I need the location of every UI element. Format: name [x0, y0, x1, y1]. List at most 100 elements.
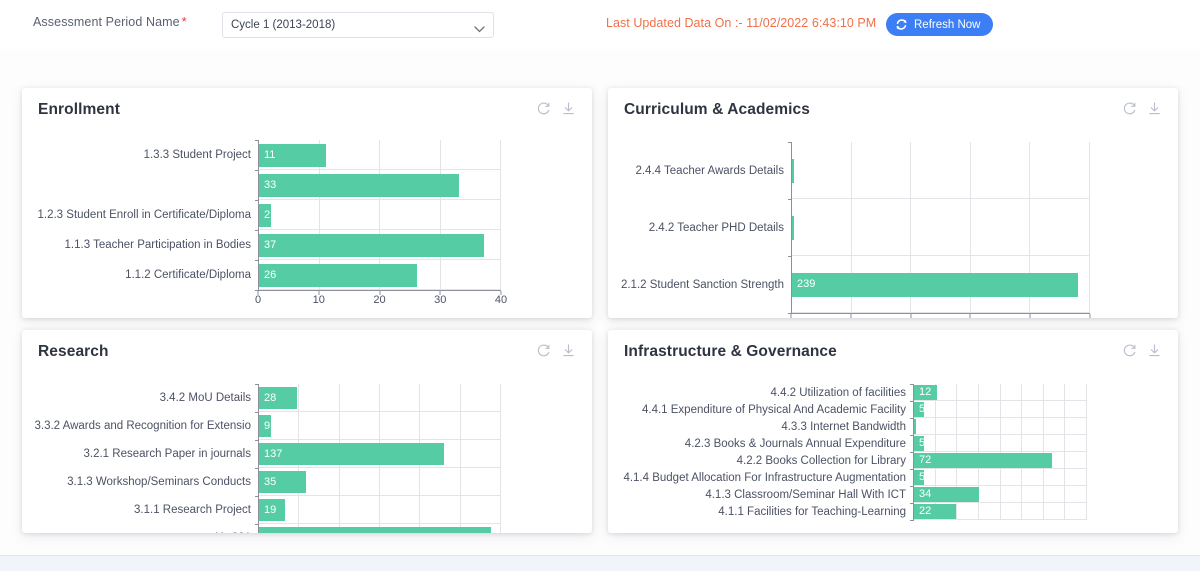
bar-row[interactable]: 28	[259, 387, 501, 409]
bar[interactable]: 5	[914, 402, 924, 417]
card-tools	[536, 343, 576, 358]
bar-value-label: 35	[259, 477, 276, 488]
download-icon[interactable]	[1147, 343, 1162, 358]
assessment-period-select[interactable]: Cycle 1 (2013-2018)	[222, 12, 494, 38]
refresh-now-button[interactable]: Refresh Now	[886, 13, 993, 36]
category-label: 11, 331	[213, 524, 258, 533]
category-label: 3.4.2 MoU Details	[160, 384, 258, 412]
bar[interactable]: 2	[259, 204, 271, 227]
chart-curriculum: 2.4.4 Teacher Awards Details2.4.2 Teache…	[608, 132, 1178, 318]
last-updated-text: Last Updated Data On :- 11/02/2022 6:43:…	[606, 16, 876, 30]
bar-row[interactable]	[792, 159, 1090, 183]
card-tools	[1122, 101, 1162, 116]
bar-row[interactable]: 22	[914, 504, 1087, 519]
footer-strip	[0, 555, 1200, 571]
x-tick-label: 40	[495, 294, 507, 306]
bar[interactable]: 35	[259, 471, 306, 493]
bar-row[interactable]: 5	[914, 402, 1087, 417]
bar[interactable]: 5	[914, 470, 924, 485]
bar-row[interactable]: 5	[914, 470, 1087, 485]
bar-row[interactable]: 137	[259, 443, 501, 465]
card-header: Curriculum & Academics	[608, 88, 1178, 132]
refresh-icon[interactable]	[536, 343, 551, 358]
bar[interactable]: 5	[914, 436, 924, 451]
category-label: 1.1.2 Certificate/Diploma	[125, 260, 258, 290]
bar-row[interactable]: 11	[259, 144, 501, 167]
bar-row[interactable]: 35	[259, 471, 501, 493]
bar[interactable]: 19	[259, 499, 285, 521]
refresh-icon[interactable]	[536, 101, 551, 116]
bar-row[interactable]: 37	[259, 234, 501, 257]
x-tick-label: 150	[961, 317, 979, 318]
bar-value-label: 12	[914, 387, 931, 398]
bar-value-label: 9	[259, 421, 270, 432]
bar[interactable]: 22	[914, 504, 956, 519]
bar[interactable]	[914, 419, 916, 434]
bar-row[interactable]	[792, 216, 1090, 240]
bar-value-label: 5	[914, 472, 925, 483]
bar-value-label: 239	[792, 279, 815, 290]
category-label: 1.3.3 Student Project	[144, 140, 258, 170]
bar-row[interactable]: 33	[259, 174, 501, 197]
bar[interactable]: 12	[914, 385, 937, 400]
bar-row[interactable]: 172	[259, 527, 501, 533]
refresh-icon[interactable]	[1122, 343, 1137, 358]
bar-row[interactable]: 12	[914, 385, 1087, 400]
card-infrastructure: Infrastructure & Governance 4.4.	[608, 330, 1178, 533]
card-header: Research	[22, 330, 592, 374]
category-label: 3.3.2 Awards and Recognition for Extensi…	[34, 412, 258, 440]
download-icon[interactable]	[1147, 101, 1162, 116]
bar-row[interactable]: 72	[914, 453, 1087, 468]
category-label: 2.4.4 Teacher Awards Details	[635, 142, 791, 199]
category-label	[251, 170, 258, 200]
bar-value-label: 33	[259, 180, 276, 191]
bar[interactable]: 239	[792, 273, 1078, 297]
bar-value-label: 137	[259, 449, 282, 460]
category-label: 4.2.3 Books & Journals Annual Expenditur…	[685, 435, 913, 452]
bar-value-label: 34	[914, 489, 931, 500]
bar[interactable]: 33	[259, 174, 459, 197]
bar[interactable]	[792, 159, 794, 183]
bar-value-label: 5	[914, 404, 925, 415]
required-asterisk: *	[182, 15, 187, 29]
bar-row[interactable]: 5	[914, 436, 1087, 451]
bar-value-label: 28	[259, 393, 276, 404]
plot-area: 12 5 5 72 5 34 22	[913, 384, 1087, 520]
bar[interactable]: 37	[259, 234, 484, 257]
download-icon[interactable]	[561, 101, 576, 116]
bar-row[interactable]: 26	[259, 264, 501, 287]
bar[interactable]: 28	[259, 387, 297, 409]
bar[interactable]: 172	[259, 527, 491, 533]
top-toolbar: Assessment Period Name* Cycle 1 (2013-20…	[0, 0, 1200, 49]
bar[interactable]: 34	[914, 487, 979, 502]
download-icon[interactable]	[561, 343, 576, 358]
bar[interactable]: 26	[259, 264, 417, 287]
card-enrollment: Enrollment 1.3.3 Student Project	[22, 88, 592, 318]
category-label: 4.1.1 Facilities for Teaching-Learning	[718, 503, 913, 520]
bar[interactable]	[792, 216, 794, 240]
refresh-now-label: Refresh Now	[914, 19, 980, 31]
bar-value-label: 22	[914, 506, 931, 517]
x-tick-label: 30	[434, 294, 446, 306]
bar-row[interactable]: 2	[259, 204, 501, 227]
bar[interactable]: 72	[914, 453, 1052, 468]
bar-row[interactable]: 9	[259, 415, 501, 437]
card-header: Infrastructure & Governance	[608, 330, 1178, 374]
bar-row[interactable]: 19	[259, 499, 501, 521]
x-axis: 050100150200250	[791, 313, 1090, 318]
assessment-period-label-text: Assessment Period Name	[33, 15, 180, 29]
refresh-icon	[895, 18, 908, 31]
bar[interactable]: 9	[259, 415, 271, 437]
assessment-period-label: Assessment Period Name*	[33, 15, 187, 29]
assessment-period-select-wrap: Cycle 1 (2013-2018)	[222, 12, 494, 38]
bar[interactable]: 137	[259, 443, 444, 465]
category-label: 4.1.3 Classroom/Seminar Hall With ICT	[705, 486, 913, 503]
category-label: 4.4.1 Expenditure of Physical And Academ…	[642, 401, 913, 418]
bar-row[interactable]: 34	[914, 487, 1087, 502]
refresh-icon[interactable]	[1122, 101, 1137, 116]
bar-row[interactable]: 239	[792, 273, 1090, 297]
bar-row[interactable]	[914, 419, 1087, 434]
bar[interactable]: 11	[259, 144, 326, 167]
x-tick-label: 100	[901, 317, 919, 318]
category-label: 3.2.1 Research Paper in journals	[84, 440, 259, 468]
